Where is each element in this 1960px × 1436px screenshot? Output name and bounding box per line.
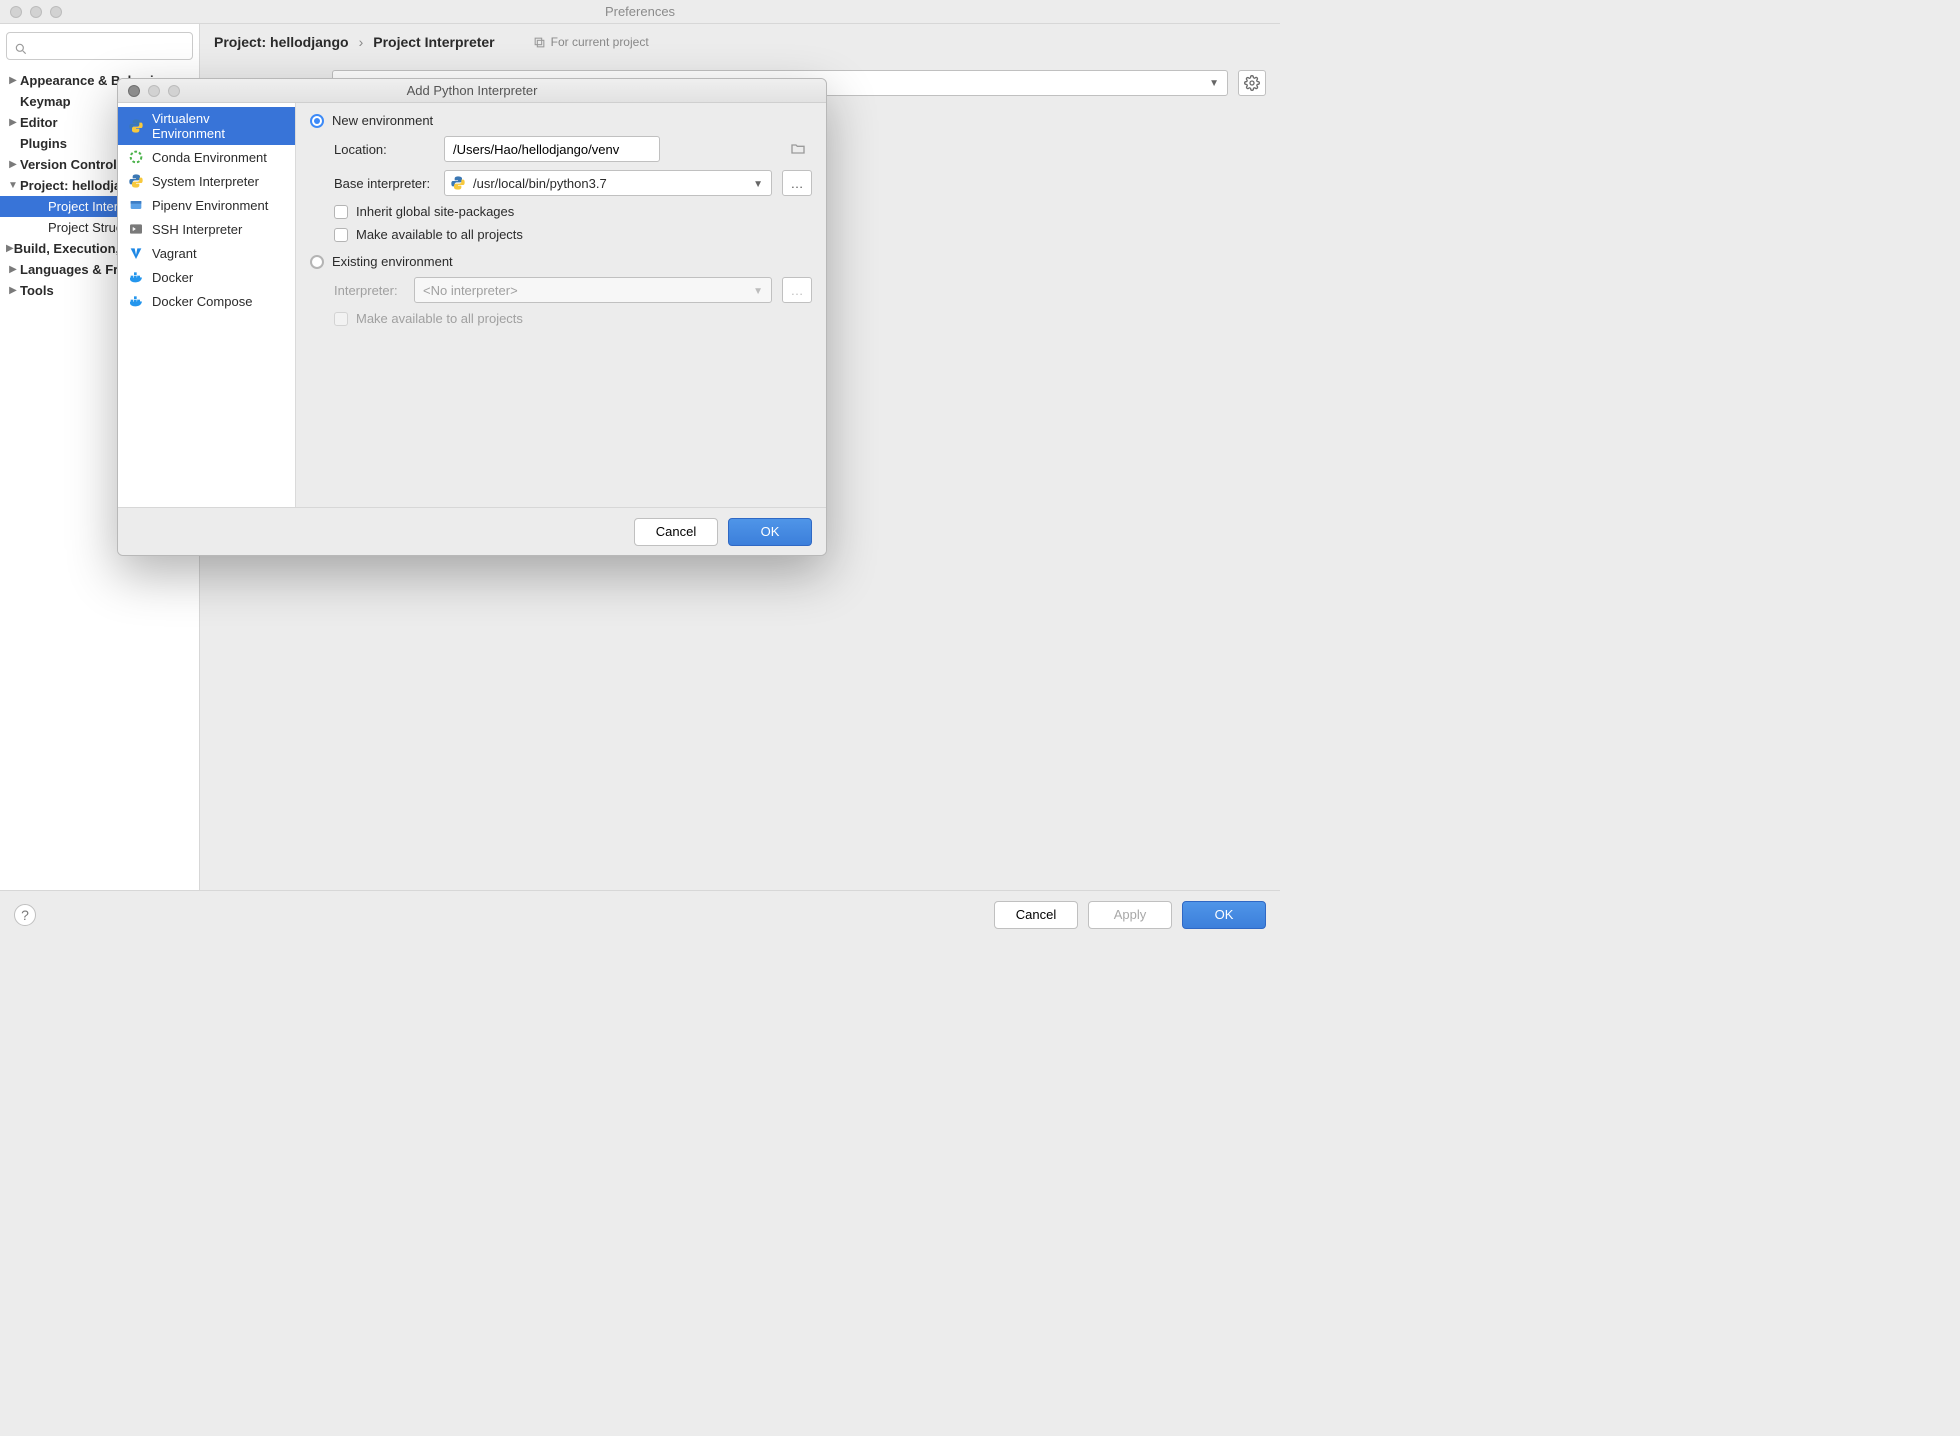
- close-dot[interactable]: [10, 6, 22, 18]
- sidebar-item-label: Tools: [20, 283, 54, 298]
- docker-icon: [128, 269, 144, 285]
- pipenv-icon: [128, 197, 144, 213]
- interpreter-label: Interpreter:: [334, 283, 404, 298]
- chevron-right-icon: ▶: [6, 243, 14, 254]
- existing-interpreter-browse-button: …: [782, 277, 812, 303]
- preferences-titlebar: Preferences: [0, 0, 1280, 24]
- python-icon: [450, 175, 466, 191]
- interpreter-type-conda-environment[interactable]: Conda Environment: [118, 145, 295, 169]
- interpreter-type-docker-compose[interactable]: Docker Compose: [118, 289, 295, 313]
- interpreter-type-label: Pipenv Environment: [152, 198, 268, 213]
- make-available-existing-label: Make available to all projects: [356, 311, 523, 326]
- docker-icon: [128, 293, 144, 309]
- chevron-right-icon: ›: [359, 34, 364, 50]
- for-current-project-tag: For current project: [533, 35, 649, 49]
- base-interpreter-label: Base interpreter:: [334, 176, 434, 191]
- dialog-cancel-button[interactable]: Cancel: [634, 518, 718, 546]
- chevron-right-icon: ▶: [6, 159, 20, 170]
- vagrant-icon: [128, 245, 144, 261]
- interpreter-type-ssh-interpreter[interactable]: SSH Interpreter: [118, 217, 295, 241]
- sidebar-item-label: Plugins: [20, 136, 67, 151]
- interpreter-type-docker[interactable]: Docker: [118, 265, 295, 289]
- existing-environment-radio[interactable]: Existing environment: [310, 254, 812, 269]
- interpreter-type-virtualenv-environment[interactable]: Virtualenv Environment: [118, 107, 295, 145]
- new-environment-radio[interactable]: New environment: [310, 113, 812, 128]
- interpreter-type-label: Docker Compose: [152, 294, 252, 309]
- copy-icon: [533, 36, 546, 49]
- add-interpreter-dialog: Add Python Interpreter Virtualenv Enviro…: [117, 78, 827, 556]
- chevron-down-icon: ▼: [1209, 78, 1219, 89]
- zoom-dot[interactable]: [50, 6, 62, 18]
- dialog-footer: Cancel OK: [118, 507, 826, 555]
- interpreter-type-label: Vagrant: [152, 246, 197, 261]
- make-available-label: Make available to all projects: [356, 227, 523, 242]
- sidebar-item-label: Version Control: [20, 157, 117, 172]
- preferences-cancel-button[interactable]: Cancel: [994, 901, 1078, 929]
- chevron-right-icon: ▶: [6, 117, 20, 128]
- chevron-right-icon: ▶: [6, 285, 20, 296]
- dialog-titlebar: Add Python Interpreter: [118, 79, 826, 103]
- interpreter-type-label: Docker: [152, 270, 193, 285]
- search-icon: [14, 42, 28, 56]
- base-interpreter-dropdown[interactable]: /usr/local/bin/python3.7 ▼: [444, 170, 772, 196]
- base-interpreter-browse-button[interactable]: …: [782, 170, 812, 196]
- interpreter-type-pipenv-environment[interactable]: Pipenv Environment: [118, 193, 295, 217]
- existing-interpreter-value: <No interpreter>: [423, 283, 518, 298]
- chevron-down-icon: ▼: [753, 286, 763, 297]
- existing-interpreter-dropdown: <No interpreter> ▼: [414, 277, 772, 303]
- inherit-checkbox-row[interactable]: Inherit global site-packages: [334, 204, 812, 219]
- base-interpreter-value: /usr/local/bin/python3.7: [473, 176, 607, 191]
- inherit-checkbox[interactable]: [334, 205, 348, 219]
- breadcrumb: Project: hellodjango › Project Interpret…: [214, 34, 1266, 50]
- chevron-down-icon: ▼: [753, 179, 763, 190]
- python-icon: [128, 173, 144, 189]
- location-label: Location:: [334, 142, 434, 157]
- python-icon: [128, 118, 144, 134]
- interpreter-type-label: Conda Environment: [152, 150, 267, 165]
- dialog-ok-button[interactable]: OK: [728, 518, 812, 546]
- conda-icon: [128, 149, 144, 165]
- sidebar-item-label: Keymap: [20, 94, 71, 109]
- sidebar-item-label: Editor: [20, 115, 58, 130]
- interpreter-settings-gear-button[interactable]: [1238, 70, 1266, 96]
- interpreter-type-system-interpreter[interactable]: System Interpreter: [118, 169, 295, 193]
- minimize-dot[interactable]: [30, 6, 42, 18]
- interpreter-type-vagrant[interactable]: Vagrant: [118, 241, 295, 265]
- new-environment-label: New environment: [332, 113, 433, 128]
- interpreter-type-list: Virtualenv Environment Conda Environment S…: [118, 103, 296, 507]
- preferences-apply-button[interactable]: Apply: [1088, 901, 1172, 929]
- help-button[interactable]: ?: [14, 904, 36, 926]
- make-available-existing-checkbox: [334, 312, 348, 326]
- breadcrumb-section: Project Interpreter: [373, 34, 494, 50]
- interpreter-type-label: System Interpreter: [152, 174, 259, 189]
- chevron-right-icon: ▶: [6, 75, 20, 86]
- make-available-checkbox[interactable]: [334, 228, 348, 242]
- dialog-title: Add Python Interpreter: [118, 83, 826, 98]
- chevron-right-icon: ▶: [6, 264, 20, 275]
- interpreter-type-label: SSH Interpreter: [152, 222, 242, 237]
- interpreter-form: New environment Location: Base interpret…: [296, 103, 826, 507]
- help-icon: ?: [21, 907, 29, 923]
- preferences-ok-button[interactable]: OK: [1182, 901, 1266, 929]
- folder-icon[interactable]: [790, 141, 806, 157]
- preferences-title: Preferences: [0, 4, 1280, 19]
- preferences-search-input[interactable]: [6, 32, 193, 60]
- make-available-existing-row: Make available to all projects: [334, 311, 812, 326]
- terminal-icon: [128, 221, 144, 237]
- existing-environment-label: Existing environment: [332, 254, 453, 269]
- make-available-checkbox-row[interactable]: Make available to all projects: [334, 227, 812, 242]
- window-controls[interactable]: [10, 6, 62, 18]
- gear-icon: [1244, 75, 1260, 91]
- preferences-footer: ? Cancel Apply OK: [0, 890, 1280, 938]
- chevron-down-icon: ▼: [6, 180, 20, 191]
- interpreter-type-label: Virtualenv Environment: [152, 111, 285, 141]
- breadcrumb-project: Project: hellodjango: [214, 34, 349, 50]
- location-input[interactable]: [444, 136, 660, 162]
- inherit-label: Inherit global site-packages: [356, 204, 514, 219]
